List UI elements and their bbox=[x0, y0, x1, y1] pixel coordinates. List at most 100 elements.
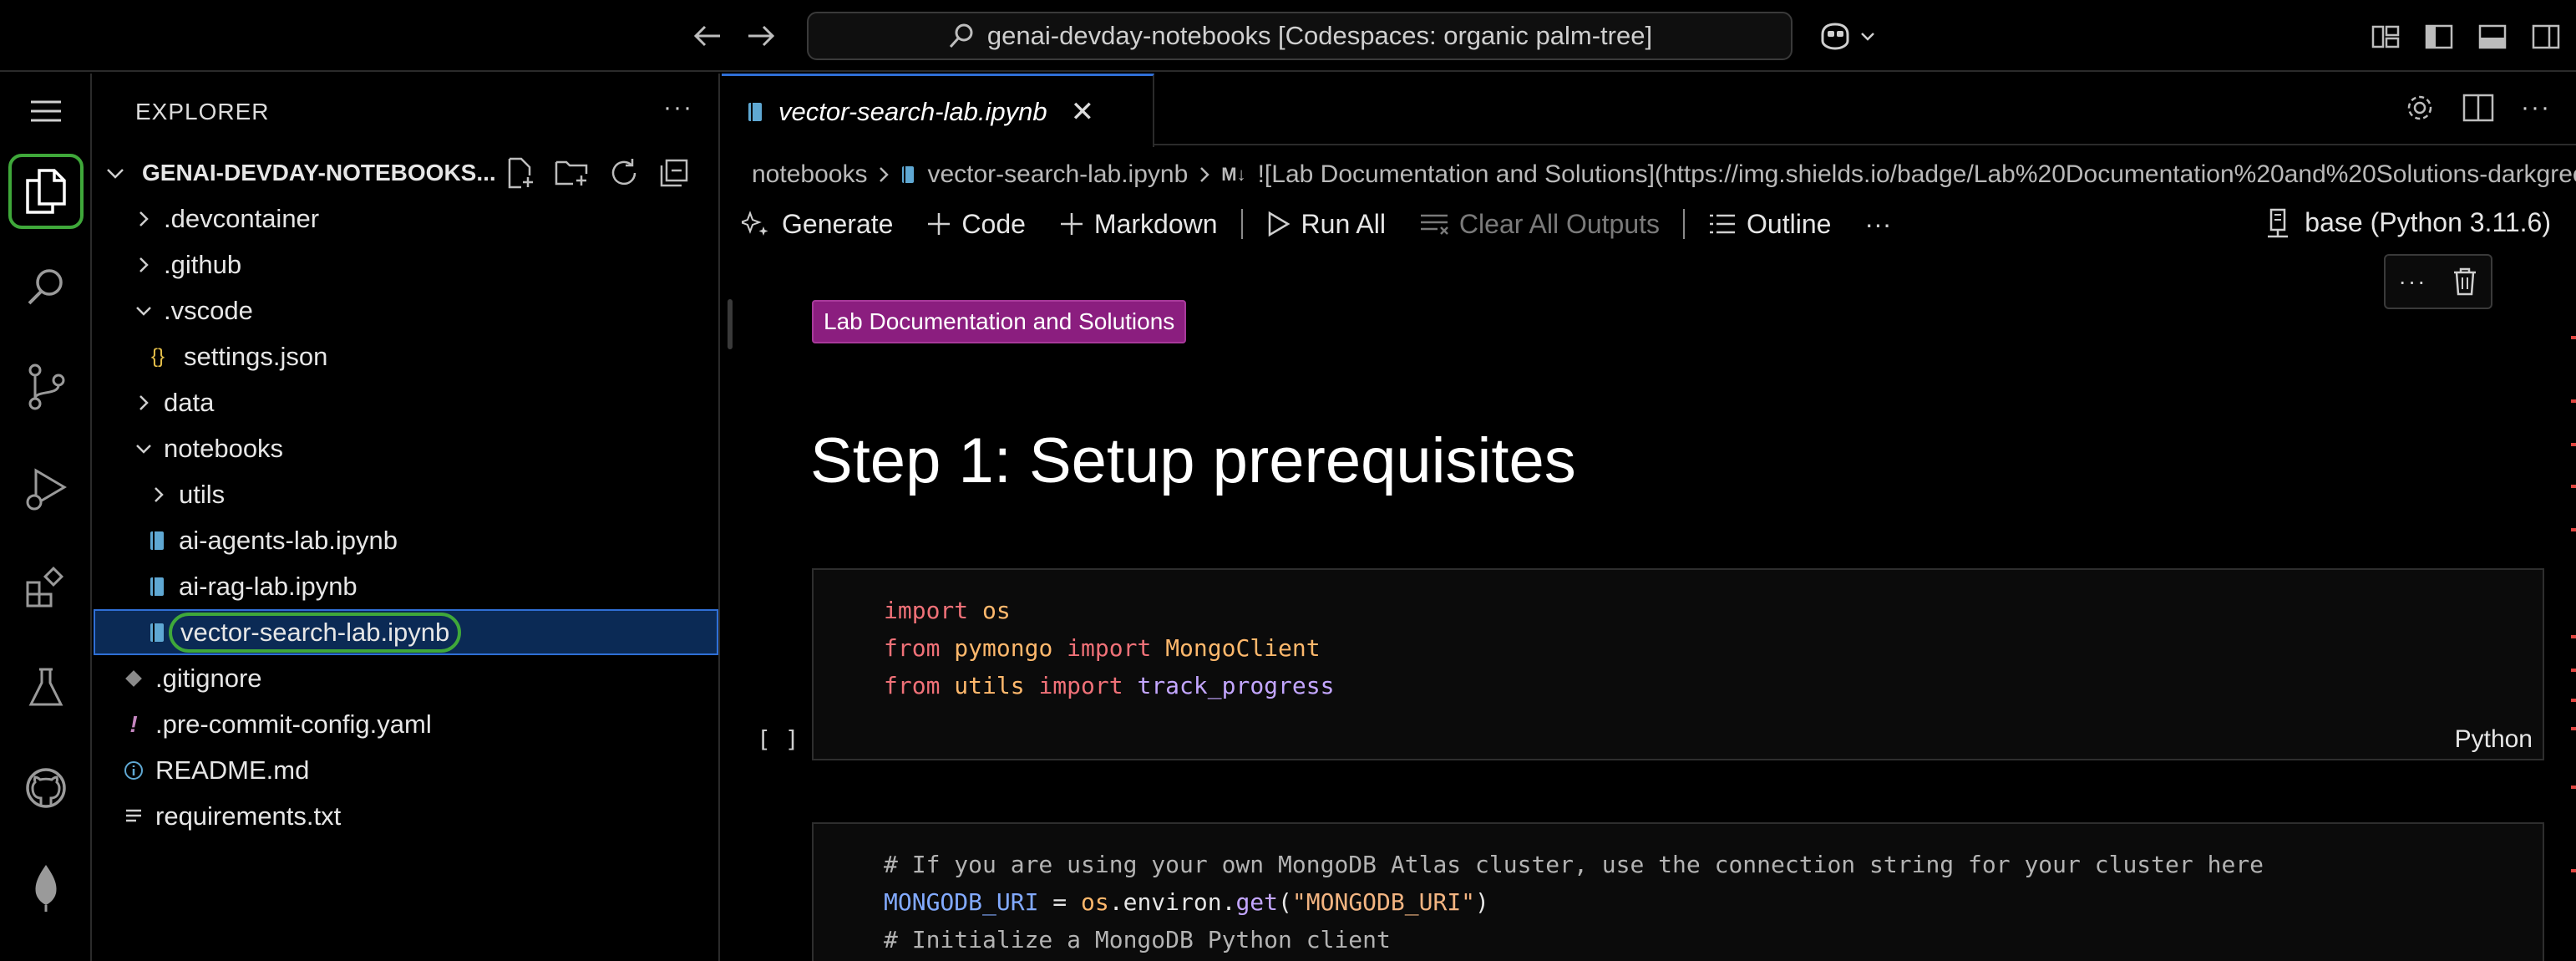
plus-icon bbox=[926, 211, 951, 236]
tree-folder-devcontainer[interactable]: .devcontainer bbox=[94, 196, 718, 242]
markdown-icon: M↓ bbox=[1221, 164, 1246, 185]
refresh-icon[interactable] bbox=[608, 157, 640, 189]
tree-file-gitignore[interactable]: .gitignore bbox=[94, 655, 718, 701]
tree-folder-data[interactable]: data bbox=[94, 379, 718, 425]
overview-ruler-mark bbox=[2571, 786, 2576, 789]
chevron-down-icon bbox=[132, 443, 155, 455]
overview-ruler-mark bbox=[2571, 528, 2576, 531]
source-control-icon[interactable] bbox=[8, 349, 84, 425]
breadcrumb-symbol[interactable]: ![Lab Documentation and Solutions](https… bbox=[1258, 160, 2576, 189]
extensions-icon[interactable] bbox=[8, 550, 84, 625]
toggle-panel-icon[interactable] bbox=[2476, 20, 2509, 53]
add-code-cell-button[interactable]: Code bbox=[926, 209, 1026, 240]
tree-file-requirements[interactable]: requirements.txt bbox=[94, 793, 718, 839]
toggle-secondary-sidebar-icon[interactable] bbox=[2529, 20, 2563, 53]
tree-item-label: utils bbox=[179, 479, 226, 509]
back-arrow-icon[interactable] bbox=[690, 18, 725, 53]
more-actions-icon[interactable]: ··· bbox=[663, 94, 693, 122]
info-icon bbox=[124, 760, 144, 780]
activity-bar bbox=[0, 74, 92, 961]
cell-execution-count[interactable]: [ ] bbox=[757, 725, 799, 753]
tree-file-readme[interactable]: README.md bbox=[94, 747, 718, 793]
split-editor-icon[interactable] bbox=[2462, 94, 2494, 122]
play-icon bbox=[1266, 211, 1291, 237]
server-env-icon bbox=[2266, 208, 2291, 238]
generate-button[interactable]: Generate bbox=[742, 209, 893, 240]
command-center-search[interactable]: genai-devday-notebooks [Codespaces: orga… bbox=[807, 12, 1793, 60]
close-icon[interactable]: ✕ bbox=[1071, 95, 1095, 129]
run-all-button[interactable]: Run All bbox=[1266, 209, 1386, 240]
chevron-right-icon bbox=[879, 166, 890, 183]
workspace-root-folder[interactable]: GENAI-DEVDAY-NOTEBOOKS... bbox=[94, 150, 718, 196]
tree-folder-notebooks[interactable]: notebooks bbox=[94, 425, 718, 471]
tree-item-label: README.md bbox=[155, 755, 310, 785]
json-file-icon: {} bbox=[150, 344, 165, 368]
new-file-icon[interactable] bbox=[505, 157, 536, 189]
overview-ruler-mark bbox=[2571, 727, 2576, 730]
code-cell[interactable]: # If you are using your own MongoDB Atla… bbox=[812, 822, 2544, 961]
tree-file-ai-rag-lab[interactable]: ai-rag-lab.ipynb bbox=[94, 563, 718, 609]
outline-list-icon bbox=[1708, 212, 1737, 236]
breadcrumb-folder[interactable]: notebooks bbox=[752, 160, 867, 189]
menu-icon[interactable] bbox=[8, 74, 84, 149]
tree-folder-vscode[interactable]: .vscode bbox=[94, 287, 718, 333]
delete-cell-icon[interactable] bbox=[2452, 267, 2477, 296]
clear-all-outputs-button[interactable]: Clear All Outputs bbox=[1419, 209, 1660, 240]
tree-folder-github[interactable]: .github bbox=[94, 242, 718, 287]
kernel-label: base (Python 3.11.6) bbox=[2305, 207, 2551, 237]
tree-item-label: .vscode bbox=[164, 295, 253, 325]
run-debug-icon[interactable] bbox=[8, 451, 84, 526]
collapse-all-icon[interactable] bbox=[658, 157, 690, 189]
tree-file-settings-json[interactable]: {} settings.json bbox=[94, 333, 718, 379]
sparkle-icon bbox=[742, 210, 772, 238]
chevron-right-icon bbox=[132, 256, 155, 274]
code-editor[interactable]: # If you are using your own MongoDB Atla… bbox=[814, 824, 2543, 958]
mongodb-leaf-icon[interactable] bbox=[8, 851, 84, 926]
tree-file-vector-search-lab[interactable]: vector-search-lab.ipynb bbox=[94, 609, 718, 655]
tree-item-label: ai-agents-lab.ipynb bbox=[179, 525, 398, 555]
github-icon[interactable] bbox=[8, 750, 84, 826]
notebook-file-icon bbox=[747, 101, 763, 123]
tree-file-ai-agents-lab[interactable]: ai-agents-lab.ipynb bbox=[94, 517, 718, 563]
outline-button[interactable]: Outline bbox=[1708, 209, 1831, 240]
forward-arrow-icon[interactable] bbox=[743, 18, 778, 53]
copilot-icon bbox=[1818, 21, 1853, 51]
add-markdown-cell-button[interactable]: Markdown bbox=[1059, 209, 1218, 240]
tree-item-label: requirements.txt bbox=[155, 801, 342, 831]
lab-docs-badge-link[interactable]: Lab Documentation and Solutions bbox=[812, 300, 1187, 343]
notebook-file-icon bbox=[900, 165, 915, 185]
tree-folder-utils[interactable]: utils bbox=[94, 471, 718, 517]
tree-item-label: .github bbox=[164, 249, 242, 279]
gear-icon[interactable] bbox=[2404, 92, 2436, 124]
text-file-icon bbox=[124, 807, 144, 826]
more-actions-icon[interactable]: ··· bbox=[2521, 94, 2551, 122]
search-icon[interactable] bbox=[8, 249, 84, 324]
breadcrumb: notebooks vector-search-lab.ipynb M↓ ![L… bbox=[752, 154, 2576, 196]
notebook-toolbar: Generate Code Markdown Run All Clear All… bbox=[742, 201, 2576, 247]
notebook-file-icon bbox=[147, 530, 167, 552]
kernel-picker[interactable]: base (Python 3.11.6) bbox=[2266, 207, 2551, 238]
explorer-icon[interactable] bbox=[8, 154, 84, 229]
toggle-primary-sidebar-icon[interactable] bbox=[2422, 20, 2456, 53]
layout-customize-icon[interactable] bbox=[2369, 20, 2402, 53]
tree-item-label: data bbox=[164, 387, 215, 417]
toolbar-divider bbox=[1240, 209, 1243, 239]
more-actions-icon[interactable]: ··· bbox=[2399, 268, 2427, 295]
code-editor[interactable]: import os from pymongo import MongoClien… bbox=[814, 570, 2543, 704]
tree-item-label: vector-search-lab.ipynb bbox=[169, 612, 462, 653]
chevron-right-icon bbox=[132, 394, 155, 412]
cell-language-label[interactable]: Python bbox=[2455, 725, 2533, 754]
plus-icon bbox=[1059, 211, 1084, 236]
overview-ruler-mark bbox=[2571, 336, 2576, 339]
more-toolbar-actions[interactable]: ··· bbox=[1864, 209, 1891, 240]
tab-vector-search-lab[interactable]: vector-search-lab.ipynb ✕ bbox=[722, 74, 1154, 147]
overview-ruler-mark bbox=[2571, 485, 2576, 488]
copilot-button[interactable] bbox=[1818, 17, 1876, 55]
overview-ruler-mark bbox=[2571, 443, 2576, 446]
testing-flask-icon[interactable] bbox=[8, 650, 84, 725]
markdown-heading: Step 1: Setup prerequisites bbox=[810, 425, 1576, 496]
new-folder-icon[interactable] bbox=[555, 157, 590, 189]
tree-file-pre-commit-config[interactable]: ! .pre-commit-config.yaml bbox=[94, 701, 718, 747]
breadcrumb-file[interactable]: vector-search-lab.ipynb bbox=[927, 160, 1188, 189]
code-cell[interactable]: import os from pymongo import MongoClien… bbox=[812, 568, 2544, 760]
